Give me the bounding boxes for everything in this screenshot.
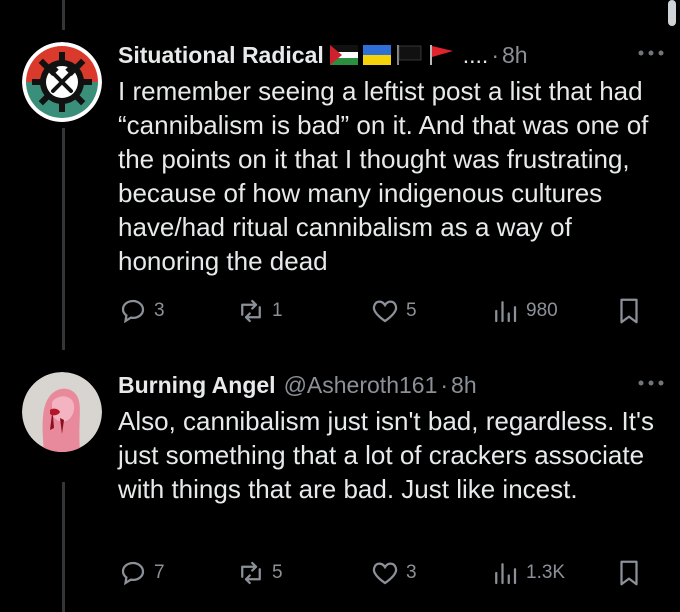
heart-icon	[372, 562, 398, 585]
flag-emojis	[329, 45, 457, 65]
separator: ·	[491, 41, 499, 68]
black-flag-icon	[396, 45, 422, 65]
reply-count: 3	[154, 300, 165, 321]
bookmark-icon	[620, 298, 638, 324]
reply-button[interactable]: 7	[118, 558, 165, 588]
like-count: 3	[406, 562, 417, 583]
tweet-header: Situational Radical .... · 8h	[118, 38, 660, 72]
retweet-count: 5	[272, 562, 283, 583]
views-icon	[495, 563, 517, 585]
reply-icon	[121, 561, 145, 586]
like-button[interactable]: 3	[370, 558, 417, 588]
avatar[interactable]	[22, 372, 102, 452]
heart-icon	[372, 300, 398, 323]
red-flag-icon	[429, 45, 453, 65]
thread-line	[62, 128, 65, 350]
handle[interactable]: @Asheroth161	[284, 372, 438, 399]
tweet-text: Also, cannibalism just isn't bad, regard…	[118, 406, 654, 504]
retweet-icon	[241, 299, 261, 323]
display-name[interactable]: Burning Angel	[118, 372, 276, 399]
more-icon[interactable]	[636, 38, 666, 64]
action-bar: 7 5 3 1.3K	[118, 556, 658, 590]
retweet-icon	[241, 561, 261, 585]
thread-line	[62, 482, 65, 612]
separator: ·	[440, 371, 449, 398]
ukraine-flag-icon	[362, 45, 391, 65]
burning-angel-avatar-icon	[22, 372, 102, 452]
bookmark-button[interactable]	[614, 558, 650, 588]
thread-line	[62, 0, 65, 30]
views-count: 980	[526, 300, 558, 321]
avatar[interactable]	[22, 42, 102, 122]
action-bar: 3 1 5 980	[118, 294, 658, 328]
views-count: 1.3K	[526, 562, 566, 583]
reply-button[interactable]: 3	[118, 296, 165, 326]
bookmark-button[interactable]	[614, 296, 650, 326]
like-button[interactable]: 5	[370, 296, 417, 326]
views-button[interactable]: 1.3K	[490, 558, 565, 588]
retweet-button[interactable]: 1	[236, 296, 283, 326]
timestamp[interactable]: 8h	[451, 372, 477, 399]
scrollbar[interactable]	[668, 0, 676, 26]
more-dots-icon	[638, 50, 664, 56]
display-name[interactable]: Situational Radical	[118, 42, 324, 69]
views-icon	[495, 301, 517, 323]
more-dots-icon	[638, 380, 664, 386]
tweet-header: Burning Angel @Asheroth161 · 8h	[118, 368, 660, 402]
name-overflow: ....	[462, 41, 489, 68]
retweet-count: 1	[272, 300, 283, 321]
reply-icon	[121, 299, 145, 324]
tweet-text: I remember seeing a leftist post a list …	[118, 76, 649, 276]
timestamp[interactable]: 8h	[502, 42, 528, 69]
gear-hammer-avatar-icon	[22, 42, 102, 122]
views-button[interactable]: 980	[490, 296, 558, 326]
like-count: 5	[406, 300, 417, 321]
reply-count: 7	[154, 562, 165, 583]
bookmark-icon	[620, 560, 638, 586]
more-icon[interactable]	[636, 368, 666, 394]
palestine-flag-icon	[329, 45, 358, 65]
retweet-button[interactable]: 5	[236, 558, 283, 588]
